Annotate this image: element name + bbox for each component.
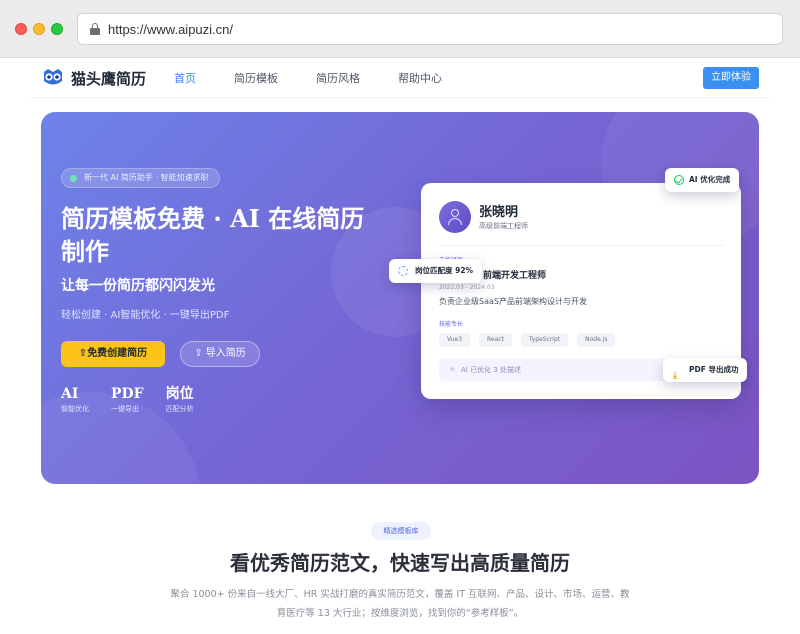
import-icon: ⇪ bbox=[194, 348, 206, 359]
address-bar[interactable]: https://www.aipuzi.cn/ bbox=[77, 13, 783, 45]
skill-tags: Vue3 React TypeScript Node.js bbox=[439, 333, 624, 347]
skill-tag: React bbox=[479, 333, 512, 347]
download-icon: ⤓ bbox=[673, 371, 677, 381]
ai-status-text: AI 已优化 3 处描述 bbox=[461, 366, 521, 374]
skill-tag: Node.js bbox=[577, 333, 616, 347]
skill-tag: TypeScript bbox=[520, 333, 569, 347]
main-nav: 首页 简历模板 简历风格 帮助中心 bbox=[174, 70, 480, 86]
target-icon bbox=[398, 266, 408, 276]
section-title: 看优秀简历范文，快速写出高质量简历 bbox=[230, 551, 570, 575]
hero-banner: 新一代 AI 简历助手 · 智能加速求职 简历模板免费 · AI 在线简历制作 … bbox=[41, 112, 759, 484]
import-resume-button[interactable]: ⇪ 导入简历 bbox=[180, 341, 260, 367]
stat-label: 一键导出 bbox=[111, 405, 139, 413]
section-badge: 精选模板库 bbox=[371, 522, 431, 540]
hero-tagline: 轻松创建 · AI智能优化 · 一键导出PDF bbox=[61, 310, 230, 321]
stat-label: 匹配分析 bbox=[165, 405, 194, 413]
hero-title: 简历模板免费 · AI 在线简历制作 bbox=[61, 204, 365, 266]
skill-tag: Vue3 bbox=[439, 333, 471, 347]
hero-subtitle: 让每一份简历都闪闪发光 bbox=[61, 278, 215, 294]
site-header: 猫头鹰简历 首页 简历模板 简历风格 帮助中心 立即体验 bbox=[30, 58, 770, 98]
stat-label: 智能优化 bbox=[61, 405, 89, 413]
owl-logo-icon[interactable] bbox=[42, 69, 64, 86]
match-score-text: 岗位匹配度 92% bbox=[415, 266, 474, 275]
check-icon bbox=[674, 175, 684, 185]
stat-value: AI bbox=[61, 386, 79, 402]
skills-label: 技能专长 bbox=[439, 321, 464, 328]
stat-item: AI 智能优化 bbox=[61, 386, 89, 414]
upload-icon: ⇧ bbox=[78, 348, 88, 359]
create-resume-label: 免费创建简历 bbox=[87, 348, 148, 359]
nav-item-styles[interactable]: 简历风格 bbox=[316, 70, 360, 86]
ai-optimized-text: AI 优化完成 bbox=[689, 175, 731, 184]
window-maximize-button[interactable] bbox=[51, 23, 63, 35]
window-minimize-button[interactable] bbox=[33, 23, 45, 35]
job-description: 负责企业级SaaS产品前端架构设计与开发 bbox=[439, 297, 587, 306]
logo-text[interactable]: 猫头鹰简历 bbox=[71, 68, 146, 89]
hero-badge-text: 新一代 AI 简历助手 · 智能加速求职 bbox=[84, 173, 209, 182]
create-resume-button[interactable]: ⇧免费创建简历 bbox=[61, 341, 165, 367]
pdf-export-badge: ⤓ PDF 导出成功 bbox=[663, 358, 748, 382]
lock-icon bbox=[90, 23, 100, 35]
sparkle-icon: ✧ bbox=[449, 365, 456, 374]
stat-item: PDF 一键导出 bbox=[111, 386, 144, 414]
section-description: 聚合 1000+ 份来自一线大厂、HR 实战打磨的真实简历范文，覆盖 IT 互联… bbox=[170, 589, 630, 619]
stat-value: 岗位 bbox=[165, 386, 194, 402]
stat-item: 岗位 匹配分析 bbox=[166, 386, 194, 414]
job-date: 2022.03 - 2024.03 bbox=[439, 284, 495, 291]
hero-badge: 新一代 AI 简历助手 · 智能加速求职 bbox=[61, 168, 220, 188]
resume-role: 高级前端工程师 bbox=[479, 222, 528, 230]
resume-name: 张晓明 bbox=[479, 205, 519, 220]
hero-stats: AI 智能优化 PDF 一键导出 岗位 匹配分析 bbox=[61, 386, 216, 414]
nav-item-help[interactable]: 帮助中心 bbox=[398, 70, 442, 86]
ai-optimized-badge: AI 优化完成 bbox=[665, 168, 740, 192]
match-score-badge: 岗位匹配度 92% bbox=[389, 259, 483, 283]
nav-item-home[interactable]: 首页 bbox=[174, 70, 196, 86]
user-avatar-icon bbox=[439, 201, 471, 233]
window-close-button[interactable] bbox=[15, 23, 27, 35]
browser-chrome: https://www.aipuzi.cn/ bbox=[0, 0, 800, 58]
pdf-export-text: PDF 导出成功 bbox=[689, 365, 739, 374]
url-text[interactable]: https://www.aipuzi.cn/ bbox=[108, 22, 233, 37]
import-resume-label: 导入简历 bbox=[205, 348, 246, 359]
divider bbox=[439, 245, 723, 246]
job-title: 前端开发工程师 bbox=[483, 271, 547, 281]
stat-value: PDF bbox=[111, 386, 144, 402]
try-now-button[interactable]: 立即体验 bbox=[703, 67, 759, 89]
status-dot-icon bbox=[70, 175, 77, 182]
nav-item-templates[interactable]: 简历模板 bbox=[234, 70, 278, 86]
